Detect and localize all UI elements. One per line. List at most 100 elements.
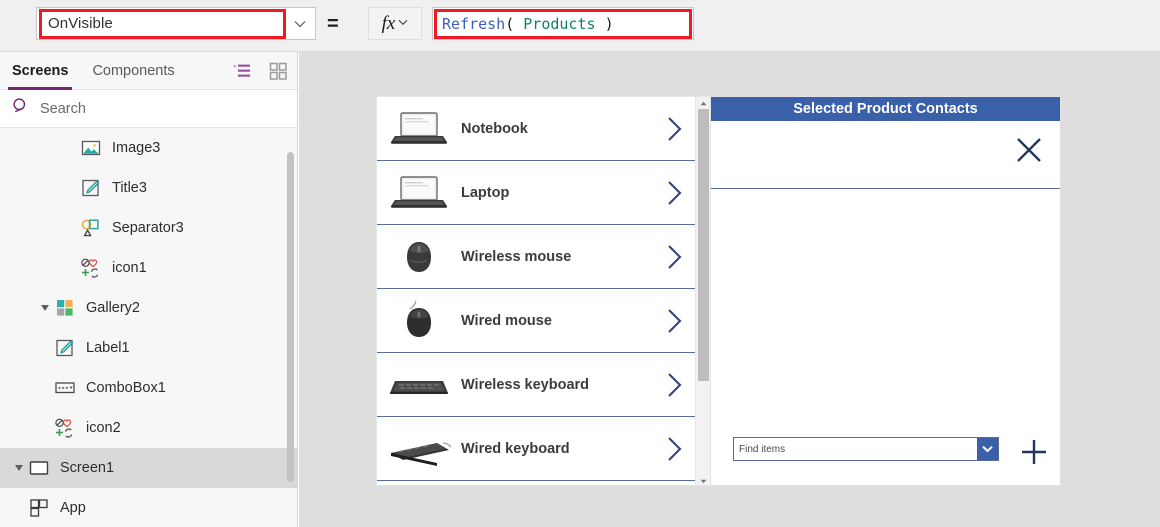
formula-function-token: Refresh	[442, 15, 505, 33]
panel-content: Find items	[711, 189, 1060, 483]
formula-argument-token: Products	[523, 15, 595, 33]
twisty-spacer	[64, 168, 78, 208]
find-items-combobox[interactable]: Find items	[733, 437, 999, 461]
thumbnail-view-icon[interactable]	[267, 61, 289, 81]
twisty-spacer	[38, 408, 52, 448]
chevron-right-icon[interactable]	[666, 116, 683, 142]
tab-components-label: Components	[92, 63, 174, 79]
screen-icon	[26, 457, 52, 479]
gallery-scrollbar-thumb[interactable]	[698, 109, 709, 381]
tree-item-icon2[interactable]: icon2	[0, 408, 297, 448]
property-dropdown[interactable]: OnVisible	[36, 7, 316, 40]
left-sidebar: Screens Components	[0, 52, 298, 527]
tree-item-label1[interactable]: Label1	[0, 328, 297, 368]
formula-close-paren: )	[605, 15, 614, 33]
tree-item-separator3[interactable]: Separator3	[0, 208, 297, 248]
tree-item-label: Image3	[112, 140, 160, 156]
tree-item-screen1[interactable]: Screen1	[0, 448, 297, 488]
tree-item-app[interactable]: App	[0, 488, 297, 527]
panel-title: Selected Product Contacts	[711, 97, 1060, 121]
property-dropdown-value: OnVisible	[37, 8, 285, 39]
gallery-item-label: Notebook	[461, 121, 528, 137]
tree-item-label: Gallery2	[86, 300, 140, 316]
gallery-item[interactable]: Notebook	[377, 97, 697, 161]
tree-item-gallery2[interactable]: Gallery2	[0, 288, 297, 328]
icons-icon	[52, 417, 78, 439]
tree-item-label: Separator3	[112, 220, 184, 236]
fx-label: fx	[382, 13, 396, 35]
gallery-item[interactable]: Wired keyboard	[377, 417, 697, 481]
search-icon	[12, 97, 30, 120]
chevron-down-icon[interactable]	[977, 438, 998, 460]
tab-screens-label: Screens	[12, 63, 68, 79]
scroll-up-arrow-icon[interactable]	[696, 97, 711, 109]
icons-icon	[78, 257, 104, 279]
power-apps-studio: OnVisible = fx Refresh( Products ) Scree…	[0, 0, 1160, 527]
twisty-spacer	[64, 208, 78, 248]
fx-button[interactable]: fx	[368, 7, 422, 40]
gallery-item-label: Wireless keyboard	[461, 377, 589, 393]
twisty-spacer	[38, 368, 52, 408]
gallery-control[interactable]: Notebook Laptop Wireless mouse Wired mouse W…	[376, 96, 711, 486]
gallery-scrollbar[interactable]	[695, 97, 710, 486]
gallery-item[interactable]: Wired mouse	[377, 289, 697, 353]
chevron-right-icon[interactable]	[666, 244, 683, 270]
tree-item-label: App	[60, 500, 86, 516]
tree-item-label: Title3	[112, 180, 147, 196]
plus-icon[interactable]	[1016, 434, 1052, 470]
wireless-keyboard-thumb	[383, 361, 455, 409]
twisty-spacer	[64, 248, 78, 288]
sidebar-tabs: Screens Components	[0, 52, 297, 90]
tree-item-label: icon1	[112, 260, 147, 276]
tree-item-title3[interactable]: Title3	[0, 168, 297, 208]
tree-item-combobox1[interactable]: ComboBox1	[0, 368, 297, 408]
formula-input[interactable]: Refresh( Products )	[432, 7, 694, 40]
find-items-placeholder: Find items	[734, 438, 977, 460]
sidebar-scrollbar-thumb[interactable]	[287, 152, 294, 482]
chevron-right-icon[interactable]	[666, 308, 683, 334]
chevron-right-icon[interactable]	[666, 180, 683, 206]
twisty-spacer	[12, 488, 26, 527]
chevron-down-icon[interactable]	[285, 8, 315, 39]
gallery-item[interactable]: Laptop	[377, 161, 697, 225]
tree-view-icon[interactable]	[231, 61, 253, 81]
twisty-expanded-icon[interactable]	[12, 448, 26, 488]
tree-item-label: Screen1	[60, 460, 114, 476]
gallery-item[interactable]: Wireless mouse	[377, 225, 697, 289]
scroll-down-arrow-icon[interactable]	[696, 475, 711, 486]
gallery-item-label: Wireless mouse	[461, 249, 571, 265]
tree-item-icon1[interactable]: icon1	[0, 248, 297, 288]
laptop-thumb	[383, 105, 455, 153]
gallery-icon	[52, 297, 78, 319]
panel-toolbar	[711, 121, 1060, 189]
wired-mouse-thumb	[383, 297, 455, 345]
twisty-spacer	[64, 128, 78, 168]
canvas-area: Notebook Laptop Wireless mouse Wired mouse W…	[299, 52, 1160, 527]
chevron-right-icon[interactable]	[666, 436, 683, 462]
search-input[interactable]: Search	[0, 90, 297, 128]
screens-tree: Image3 Title3 Separator3 icon1 Gallery2 Label…	[0, 128, 297, 527]
tree-item-image3[interactable]: Image3	[0, 128, 297, 168]
laptop-thumb	[383, 169, 455, 217]
sidebar-view-toggles	[231, 61, 289, 81]
tab-components[interactable]: Components	[80, 52, 186, 90]
twisty-expanded-icon[interactable]	[38, 288, 52, 328]
label-icon	[78, 177, 104, 199]
gallery-item-label: Laptop	[461, 185, 509, 201]
tree-item-label: Label1	[86, 340, 130, 356]
gallery-item[interactable]: Wireless keyboard	[377, 353, 697, 417]
selected-product-contacts-panel: Selected Product Contacts Find items	[710, 96, 1061, 486]
chevron-right-icon[interactable]	[666, 372, 683, 398]
chevron-down-icon	[398, 18, 408, 29]
combobox-icon	[52, 377, 78, 399]
close-x-icon[interactable]	[1014, 135, 1044, 165]
twisty-spacer	[38, 328, 52, 368]
label-icon	[52, 337, 78, 359]
app-icon	[26, 497, 52, 519]
gallery-item-label: Wired keyboard	[461, 441, 570, 457]
tree-item-label: ComboBox1	[86, 380, 166, 396]
search-placeholder: Search	[40, 101, 86, 117]
tab-screens[interactable]: Screens	[0, 52, 80, 90]
formula-bar: OnVisible = fx Refresh( Products )	[0, 0, 1160, 52]
equals-sign: =	[327, 12, 339, 36]
